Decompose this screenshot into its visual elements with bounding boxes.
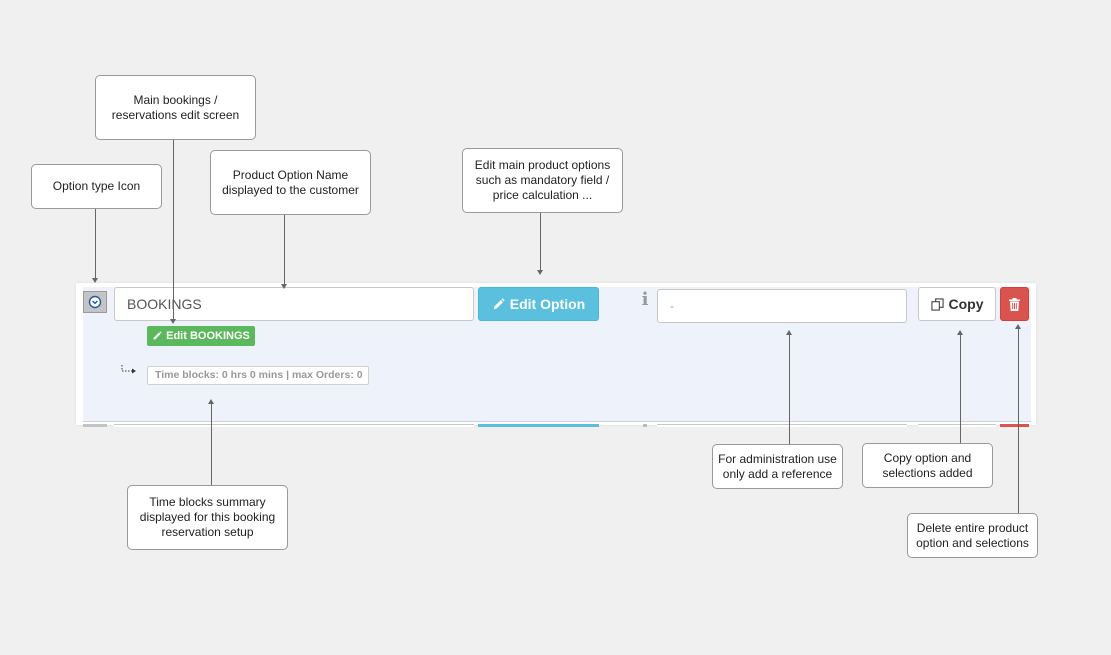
arrow-head [170,319,176,324]
arrow-head [537,270,543,275]
copy-icon [930,297,944,311]
trash-icon [1009,297,1020,311]
arrow-head [957,330,963,335]
delete-button[interactable] [1000,287,1029,321]
connector-line [540,213,541,270]
callout-delete-option: Delete entire product option and selecti… [907,513,1038,558]
callout-edit-main-options: Edit main product options such as mandat… [462,148,623,213]
callout-time-blocks-summary: Time blocks summary displayed for this b… [127,485,288,550]
arrow-head [208,399,214,404]
arrow-head [1015,324,1021,329]
connector-line [211,404,212,485]
edit-option-label: Edit Option [509,296,586,312]
next-row-delete-stub [1000,424,1029,427]
info-icon[interactable]: i [639,289,651,310]
connector-line [95,209,96,279]
arrow-head [786,330,792,335]
callout-main-bookings: Main bookings / reservations edit screen [95,75,256,140]
edit-bookings-label: Edit BOOKINGS [166,330,250,342]
pencil-icon [153,331,162,340]
next-row-input-stub [114,424,474,427]
tree-connector-icon [121,365,136,374]
next-row-icon-stub [83,424,107,427]
reference-input[interactable]: - [657,289,907,323]
edit-option-button[interactable]: Edit Option [478,287,599,321]
callout-product-option-name: Product Option Name displayed to the cus… [210,150,371,215]
time-blocks-summary: Time blocks: 0 hrs 0 mins | max Orders: … [147,366,369,385]
pencil-icon [493,297,505,309]
copy-button[interactable]: Copy [918,287,996,321]
connector-line [1018,329,1019,513]
option-name-input[interactable]: BOOKINGS [114,287,474,321]
connector-line [284,215,285,285]
next-row-edit-stub [478,424,599,427]
connector-line [789,335,790,444]
callout-admin-reference: For administration use only add a refere… [712,444,843,489]
callout-option-type-icon: Option type Icon [31,164,162,209]
next-row-info-stub [643,424,647,427]
copy-label: Copy [948,296,984,312]
next-row-ref-stub [657,424,907,427]
clock-icon[interactable] [83,291,107,313]
connector-line [960,335,961,443]
arrow-head [92,278,98,283]
connector-line [173,140,174,320]
edit-bookings-button[interactable]: Edit BOOKINGS [147,326,255,346]
next-row-copy-stub [918,424,996,427]
arrow-head [281,284,287,289]
callout-copy-option: Copy option and selections added [862,443,993,488]
